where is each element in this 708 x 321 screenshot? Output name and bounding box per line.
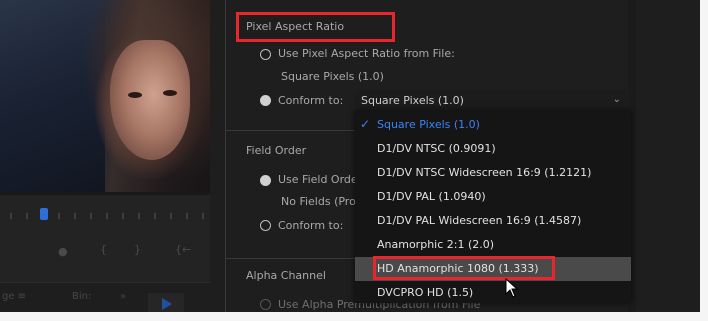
no-fields-label: No Fields (Pro: [281, 195, 356, 208]
dropdown-item[interactable]: DVCPRO HD (1.5): [355, 281, 631, 305]
checkmark-icon: ✓: [360, 117, 371, 131]
file-par-value: Square Pixels (1.0): [281, 70, 384, 83]
tab-overflow[interactable]: »: [120, 291, 126, 302]
tab-project[interactable]: ge ≡: [2, 291, 26, 302]
mark-out-icon[interactable]: }: [134, 243, 141, 256]
dropdown-item[interactable]: ✓ Square Pixels (1.0): [355, 113, 631, 137]
video-face-shape: [110, 40, 190, 160]
go-to-in-icon[interactable]: {←: [175, 243, 191, 256]
alpha-premultiply-checkbox[interactable]: [260, 299, 271, 310]
playhead-handle[interactable]: [40, 208, 48, 220]
highlight-box-hd-anamorphic: [373, 256, 555, 280]
dropdown-item[interactable]: Anamorphic 2:1 (2.0): [355, 233, 631, 257]
ruler-tick: [202, 213, 204, 219]
dropdown-item[interactable]: D1/DV PAL Widescreen 16:9 (1.4587): [355, 209, 631, 233]
ruler-tick: [26, 213, 28, 219]
ruler-tick: [58, 213, 60, 219]
conform-par-select[interactable]: Square Pixels (1.0) ⌄: [355, 90, 627, 113]
ruler-tick: [74, 213, 76, 219]
ruler-tick: [170, 213, 172, 219]
use-field-order-radio[interactable]: [260, 175, 271, 186]
alpha-channel-section-title: Alpha Channel: [246, 269, 326, 282]
dropdown-item[interactable]: D1/DV NTSC Widescreen 16:9 (1.2121): [355, 161, 631, 185]
play-button[interactable]: [148, 293, 184, 312]
use-field-order-label: Use Field Orde: [278, 173, 358, 186]
use-par-from-file-label: Use Pixel Aspect Ratio from File:: [278, 47, 455, 60]
ruler-tick: [154, 213, 156, 219]
section-border-left: [225, 0, 226, 312]
conform-field-order-label: Conform to:: [278, 219, 344, 232]
dropdown-item[interactable]: D1/DV NTSC (0.9091): [355, 137, 631, 161]
play-icon: [162, 298, 172, 310]
video-eye-shape: [128, 92, 142, 98]
ruler-tick: [186, 213, 188, 219]
app-frame: ● { } {← ge ≡ Bin: » Pixel Aspect Ratio …: [0, 0, 700, 312]
ruler-tick: [122, 213, 124, 219]
ruler-tick: [138, 213, 140, 219]
video-eye-shape: [163, 90, 177, 96]
use-par-from-file-radio[interactable]: [260, 49, 271, 60]
video-preview: [0, 0, 210, 192]
marker-icon[interactable]: ●: [58, 245, 68, 258]
field-order-section-title: Field Order: [246, 144, 307, 157]
mouse-cursor-icon: [505, 278, 519, 298]
ruler-tick: [10, 213, 12, 219]
conform-par-select-value: Square Pixels (1.0): [361, 94, 464, 107]
dropdown-item[interactable]: D1/DV PAL (1.0940): [355, 185, 631, 209]
conform-par-label: Conform to:: [278, 94, 344, 107]
ruler-tick: [90, 213, 92, 219]
chevron-down-icon: ⌄: [612, 94, 621, 105]
conform-par-radio[interactable]: [260, 95, 271, 106]
highlight-box-pixel-aspect: [236, 12, 395, 42]
conform-field-order-radio[interactable]: [260, 220, 271, 231]
mark-in-icon[interactable]: {: [100, 243, 107, 256]
tab-bin[interactable]: Bin:: [72, 291, 91, 302]
ruler-tick: [106, 213, 108, 219]
source-monitor-panel: ● { } {← ge ≡ Bin: »: [0, 0, 210, 312]
